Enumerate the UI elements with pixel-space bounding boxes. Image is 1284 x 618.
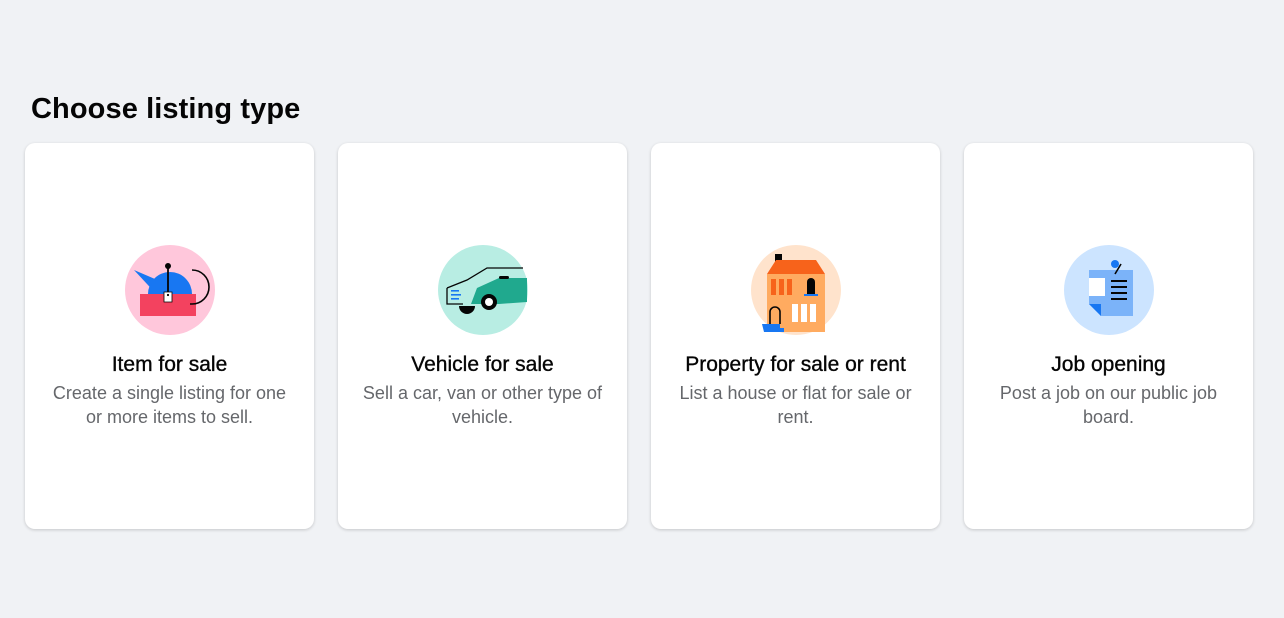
card-title: Item for sale <box>111 352 228 376</box>
card-title: Vehicle for sale <box>411 352 554 376</box>
card-description: List a house or flat for sale or rent. <box>679 382 912 427</box>
card-description: Create a single listing for one or more … <box>52 382 287 427</box>
house-icon <box>750 244 842 336</box>
price-tag-item-icon <box>124 244 216 336</box>
listing-type-cards: Item for sale Create a single listing fo… <box>25 143 1253 529</box>
card-title: Job opening <box>1051 352 1166 376</box>
item-for-sale-card[interactable]: Item for sale Create a single listing fo… <box>25 143 314 529</box>
property-for-sale-or-rent-card[interactable]: Property for sale or rent List a house o… <box>651 143 940 529</box>
car-icon <box>437 244 529 336</box>
card-description: Sell a car, van or other type of vehicle… <box>362 382 603 427</box>
vehicle-for-sale-card[interactable]: Vehicle for sale Sell a car, van or othe… <box>338 143 627 529</box>
page-title: Choose listing type <box>31 93 301 125</box>
card-description: Post a job on our public job board. <box>999 382 1218 427</box>
job-opening-card[interactable]: Job opening Post a job on our public job… <box>964 143 1253 529</box>
job-notepad-icon <box>1063 244 1155 336</box>
card-title: Property for sale or rent <box>685 352 906 376</box>
